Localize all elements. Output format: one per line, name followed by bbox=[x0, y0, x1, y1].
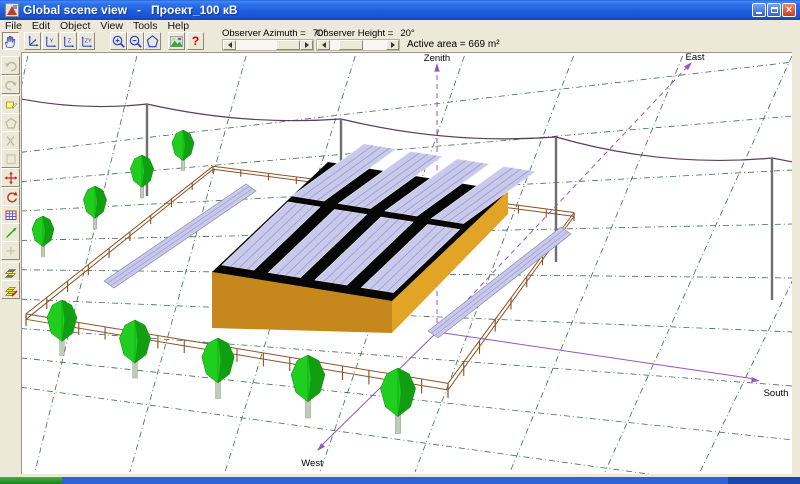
align-button[interactable] bbox=[1, 241, 20, 260]
menu-item-view[interactable]: View bbox=[100, 20, 123, 32]
observer-height-value: 20° bbox=[400, 28, 414, 39]
right-arrow-icon bbox=[305, 42, 312, 48]
scene-viewport[interactable]: Zenith East South West bbox=[21, 52, 792, 474]
taskbar[interactable] bbox=[0, 477, 800, 484]
render-shading-button[interactable] bbox=[168, 32, 185, 50]
height-increase-arrow[interactable] bbox=[386, 40, 399, 50]
observer-height-control: Observer Height =20° bbox=[316, 28, 400, 52]
zoom-out-button[interactable] bbox=[127, 32, 144, 50]
menu-item-edit[interactable]: Edit bbox=[32, 20, 50, 32]
zoom-in-button[interactable] bbox=[110, 32, 127, 50]
align-icon bbox=[4, 244, 18, 258]
edit-zone-icon bbox=[4, 98, 18, 112]
edit-zone-button[interactable] bbox=[1, 95, 20, 114]
measure-button[interactable] bbox=[1, 223, 20, 242]
menu-item-object[interactable]: Object bbox=[60, 20, 90, 32]
axes-zy-icon: ZY bbox=[79, 34, 94, 49]
window-title: Global scene view-Проект_100 кВ bbox=[23, 3, 238, 17]
paste-object-button[interactable] bbox=[1, 149, 20, 168]
zoom-out-icon bbox=[128, 34, 143, 49]
undo-button[interactable] bbox=[1, 56, 20, 75]
copy-object-icon bbox=[4, 116, 18, 130]
pv-panels-edit-icon bbox=[4, 283, 18, 297]
height-slider-thumb[interactable] bbox=[339, 40, 363, 50]
measure-arrow-icon bbox=[4, 226, 18, 240]
observer-height-label: Observer Height =20° bbox=[316, 28, 400, 39]
copy-object-button[interactable] bbox=[1, 113, 20, 132]
move-object-button[interactable] bbox=[1, 168, 20, 187]
svg-text:Z: Z bbox=[68, 38, 72, 44]
pv-field-button[interactable] bbox=[1, 262, 20, 281]
system-tray[interactable] bbox=[728, 477, 800, 484]
south-label: South bbox=[764, 388, 789, 399]
observer-azimuth-control: Observer Azimuth =70° bbox=[222, 28, 314, 52]
zenith-label: Zenith bbox=[424, 53, 450, 64]
global-scene-view-window: Global scene view-Проект_100 кВ × File E… bbox=[0, 0, 800, 484]
east-label: East bbox=[685, 53, 704, 63]
azimuth-slider-thumb[interactable] bbox=[276, 40, 300, 50]
grid-button[interactable] bbox=[1, 205, 20, 224]
right-arrow-icon bbox=[391, 42, 398, 48]
undo-icon bbox=[4, 59, 18, 73]
svg-text:Y: Y bbox=[50, 38, 54, 44]
close-icon: × bbox=[786, 4, 792, 16]
left-arrow-icon bbox=[319, 42, 326, 48]
menu-item-help[interactable]: Help bbox=[167, 20, 189, 32]
minimize-button[interactable] bbox=[752, 3, 766, 17]
view-xy-plane-button[interactable]: Y bbox=[42, 32, 59, 50]
maximize-button[interactable] bbox=[767, 3, 781, 17]
close-button[interactable]: × bbox=[782, 3, 796, 17]
cut-object-icon bbox=[4, 134, 18, 148]
azimuth-decrease-arrow[interactable] bbox=[223, 40, 236, 50]
grid-icon bbox=[4, 208, 18, 222]
zoom-extents-button[interactable] bbox=[144, 32, 161, 50]
pv-panels-icon bbox=[4, 265, 18, 279]
move-arrows-icon bbox=[4, 171, 18, 185]
azimuth-increase-arrow[interactable] bbox=[300, 40, 313, 50]
observer-height-slider[interactable] bbox=[316, 39, 400, 51]
axes-xz-icon: Z bbox=[61, 34, 76, 49]
axes-3d-icon bbox=[25, 34, 40, 49]
left-tool-sidebar bbox=[0, 52, 21, 474]
left-arrow-icon bbox=[225, 42, 232, 48]
svg-text:ZY: ZY bbox=[85, 38, 92, 44]
scene-objects bbox=[22, 99, 792, 434]
start-button[interactable] bbox=[0, 477, 62, 484]
view-zy-plane-button[interactable]: ZY bbox=[78, 32, 95, 50]
toolbar: Y Z ZY bbox=[0, 32, 800, 52]
app-icon bbox=[5, 3, 19, 17]
rotate-icon bbox=[4, 190, 18, 204]
minimize-icon bbox=[756, 12, 762, 14]
west-label: West bbox=[301, 458, 323, 469]
menu-item-file[interactable]: File bbox=[5, 20, 22, 32]
pan-hand-button[interactable] bbox=[2, 32, 19, 50]
hand-icon bbox=[3, 34, 18, 49]
redo-button[interactable] bbox=[1, 75, 20, 94]
polygon-extent-icon bbox=[145, 34, 160, 49]
axes-xy-icon: Y bbox=[43, 34, 58, 49]
view-xz-plane-button[interactable]: Z bbox=[60, 32, 77, 50]
paste-object-icon bbox=[4, 152, 18, 166]
help-button[interactable]: ? bbox=[187, 32, 204, 50]
scene-render-icon bbox=[169, 34, 184, 49]
maximize-icon bbox=[771, 7, 778, 13]
menu-item-tools[interactable]: Tools bbox=[133, 20, 158, 32]
observer-azimuth-slider[interactable] bbox=[222, 39, 314, 51]
azimuth-slider-track[interactable] bbox=[236, 40, 300, 50]
cut-object-button[interactable] bbox=[1, 131, 20, 150]
observer-azimuth-label: Observer Azimuth =70° bbox=[222, 28, 314, 39]
zoom-in-icon bbox=[111, 34, 126, 49]
titlebar[interactable]: Global scene view-Проект_100 кВ × bbox=[0, 0, 800, 20]
pv-field-edit-button[interactable] bbox=[1, 280, 20, 299]
height-decrease-arrow[interactable] bbox=[317, 40, 330, 50]
height-slider-track[interactable] bbox=[330, 40, 386, 50]
help-icon: ? bbox=[192, 35, 199, 47]
view-3d-axes-button[interactable] bbox=[24, 32, 41, 50]
rotate-object-button[interactable] bbox=[1, 187, 20, 206]
active-area-readout: Active area = 669 m² bbox=[407, 39, 500, 50]
redo-icon bbox=[4, 78, 18, 92]
